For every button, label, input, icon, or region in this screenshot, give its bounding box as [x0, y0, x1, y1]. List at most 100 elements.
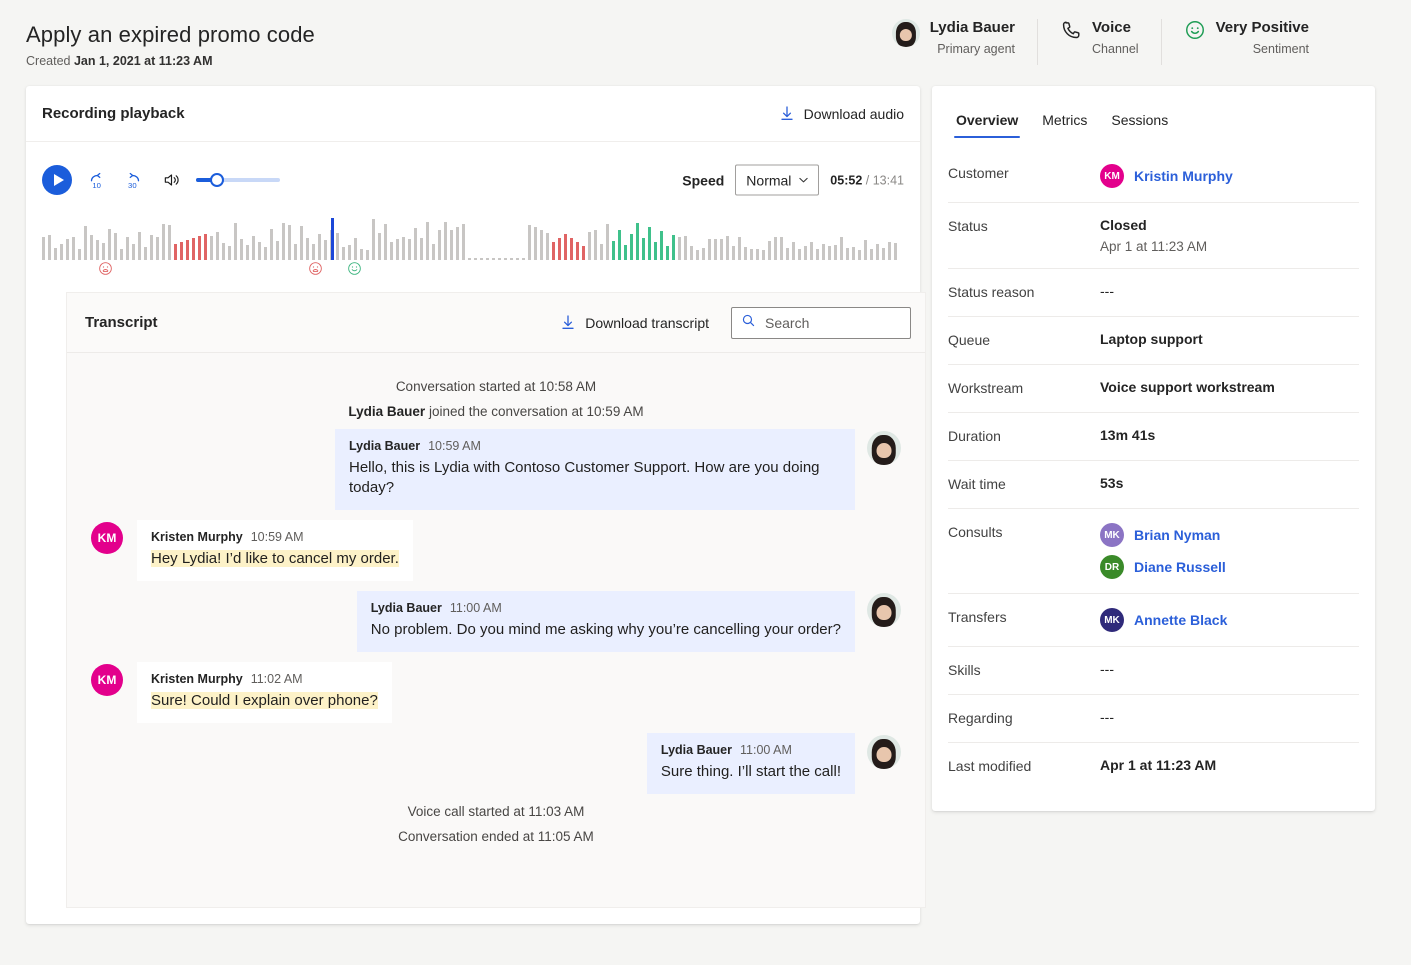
person-link[interactable]: KMKristin Murphy [1100, 164, 1233, 188]
waveform-bar [762, 250, 765, 260]
agent-avatar-icon [892, 19, 920, 47]
waveform-bar [648, 227, 651, 260]
avatar: MK [1100, 523, 1124, 547]
tab-metrics[interactable]: Metrics [1034, 104, 1095, 138]
waveform-bar [468, 258, 471, 260]
detail-label: Workstream [948, 379, 1100, 396]
waveform-bar [636, 223, 639, 260]
header-meta-group: Lydia Bauer Primary agent Voice Channel [870, 18, 1331, 68]
waveform-bar [822, 244, 825, 260]
waveform-bar [684, 236, 687, 260]
waveform-bar [870, 249, 873, 260]
detail-primary-value: 13m 41s [1100, 427, 1155, 443]
sentiment-label: Sentiment [1216, 42, 1309, 56]
svg-text:10: 10 [92, 181, 101, 190]
download-transcript-label: Download transcript [585, 315, 709, 331]
waveform-bar [78, 249, 81, 260]
waveform-bar [732, 246, 735, 260]
waveform-bar [234, 223, 237, 260]
smiley-positive-icon [1184, 19, 1206, 41]
detail-empty-value: --- [1100, 283, 1114, 299]
waveform-bar [90, 235, 93, 261]
transcript-message: KMKristen Murphy10:59 AMHey Lydia! I’d l… [91, 520, 901, 581]
waveform-bar [378, 233, 381, 260]
waveform-sentiment-markers [42, 261, 904, 277]
avatar: KM [91, 664, 123, 696]
volume-slider-thumb[interactable] [210, 173, 224, 187]
waveform-bar [306, 238, 309, 260]
detail-primary-value: Apr 1 at 11:23 AM [1100, 757, 1216, 773]
waveform-bar [162, 224, 165, 260]
download-icon [560, 314, 576, 331]
person-link[interactable]: DRDiane Russell [1100, 555, 1226, 579]
person-name[interactable]: Diane Russell [1134, 559, 1226, 575]
waveform-bar [702, 248, 705, 261]
waveform-bar [804, 246, 807, 261]
transcript-message: KMKristen Murphy11:02 AMSure! Could I ex… [91, 662, 901, 723]
created-value: Jan 1, 2021 at 11:23 AM [74, 54, 213, 68]
person-name[interactable]: Kristin Murphy [1134, 168, 1233, 184]
waveform-bar [132, 244, 135, 260]
waveform-bar [498, 258, 501, 260]
volume-slider[interactable] [196, 172, 280, 188]
waveform-bar [564, 234, 567, 260]
waveform-bar [474, 258, 477, 260]
waveform-bars[interactable] [42, 214, 904, 260]
waveform[interactable] [42, 214, 904, 276]
waveform-bar [150, 235, 153, 260]
speed-select[interactable]: Normal [735, 165, 819, 196]
download-transcript-button[interactable]: Download transcript [560, 314, 709, 331]
message-meta: Lydia Bauer11:00 AM [661, 743, 841, 757]
waveform-bar [144, 247, 147, 260]
detail-value: Apr 1 at 11:23 AM [1100, 757, 1216, 773]
waveform-bar [606, 224, 609, 260]
transcript-search[interactable] [731, 307, 911, 339]
message-time: 10:59 AM [251, 530, 304, 544]
person-link[interactable]: MKAnnette Black [1100, 608, 1227, 632]
tab-sessions[interactable]: Sessions [1103, 104, 1176, 138]
waveform-bar [216, 232, 219, 260]
sentiment-sad-icon[interactable] [98, 261, 113, 281]
detail-empty-value: --- [1100, 661, 1114, 677]
waveform-bar [798, 249, 801, 260]
waveform-bar [450, 230, 453, 261]
detail-row: StatusClosedApr 1 at 11:23 AM [948, 203, 1359, 269]
waveform-bar [336, 233, 339, 260]
detail-label: Wait time [948, 475, 1100, 492]
waveform-playhead[interactable] [331, 218, 334, 260]
waveform-bar [348, 245, 351, 260]
waveform-bar [240, 239, 243, 261]
transcript-system-line: Conversation started at 10:58 AM [91, 379, 901, 394]
created-label: Created [26, 54, 70, 68]
waveform-bar [228, 246, 231, 260]
detail-value: --- [1100, 283, 1114, 299]
waveform-bar [300, 226, 303, 260]
detail-value: 53s [1100, 475, 1123, 491]
message-time: 11:02 AM [251, 672, 303, 686]
download-audio-button[interactable]: Download audio [779, 105, 904, 122]
sentiment-value: Very Positive [1216, 18, 1309, 38]
forward-30-icon[interactable]: 30 [122, 169, 144, 192]
detail-row: CustomerKMKristin Murphy [948, 150, 1359, 203]
created-line: Created Jan 1, 2021 at 11:23 AM [26, 54, 315, 68]
play-button[interactable] [42, 165, 72, 195]
message-text: Sure thing. I’ll start the call! [661, 762, 841, 782]
search-input[interactable] [765, 315, 901, 331]
waveform-bar [552, 242, 555, 260]
tab-overview[interactable]: Overview [948, 104, 1026, 138]
person-link[interactable]: MK Brian Nyman [1100, 523, 1226, 547]
detail-value: MKAnnette Black [1100, 608, 1227, 632]
message-meta: Kristen Murphy11:02 AM [151, 672, 378, 686]
sentiment-happy-icon[interactable] [347, 261, 362, 281]
volume-icon[interactable] [162, 170, 182, 190]
person-name[interactable]: Annette Black [1134, 612, 1227, 628]
waveform-bar [402, 237, 405, 260]
rewind-10-icon[interactable]: 10 [86, 169, 108, 192]
waveform-bar [618, 230, 621, 260]
sentiment-sad-icon[interactable] [308, 261, 323, 281]
transcript-system-line: Lydia Bauer joined the conversation at 1… [91, 404, 901, 419]
waveform-bar [546, 233, 549, 260]
playback-controls: 10 30 [26, 152, 920, 208]
message-text: No problem. Do you mind me asking why yo… [371, 620, 841, 640]
person-name[interactable]: Brian Nyman [1134, 527, 1220, 543]
